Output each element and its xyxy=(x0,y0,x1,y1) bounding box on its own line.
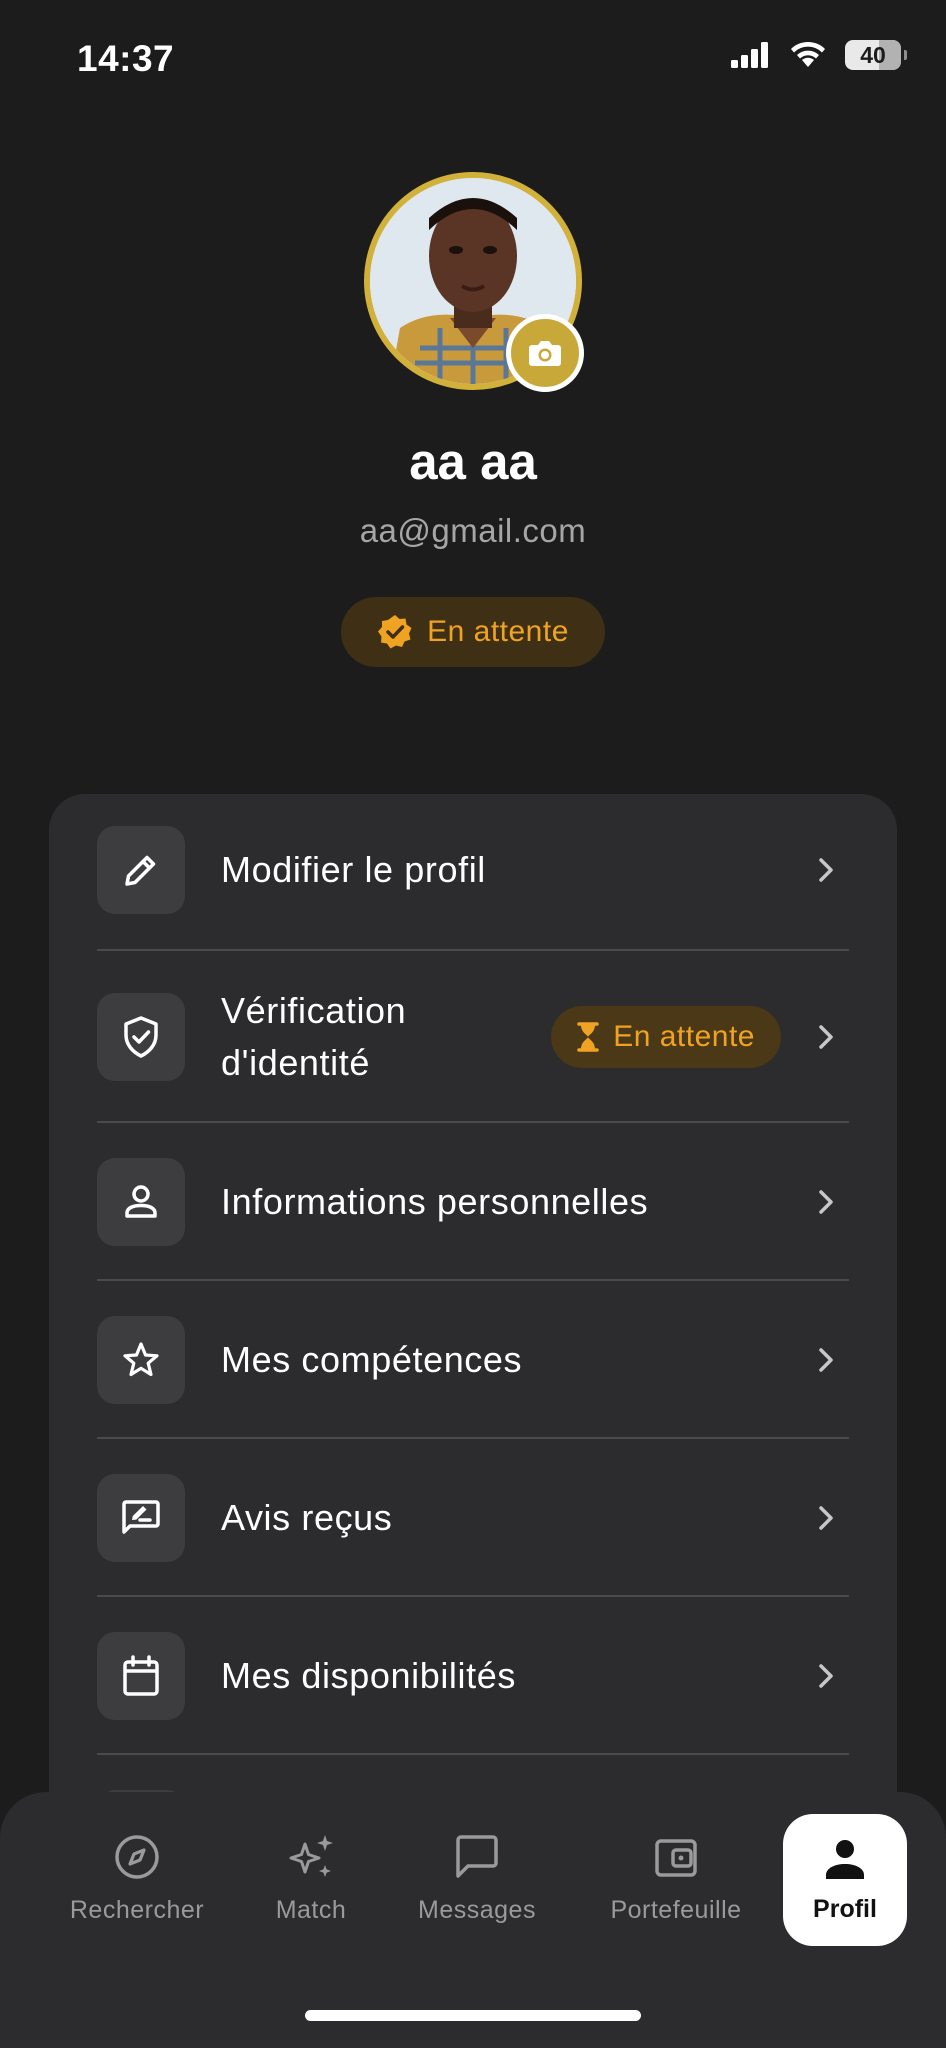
menu-item-skills[interactable]: Mes compétences xyxy=(97,1316,849,1404)
menu-icon-box xyxy=(97,993,185,1081)
chat-icon xyxy=(456,1835,498,1878)
nav-item-profil[interactable]: Profil xyxy=(783,1814,907,1946)
menu-item-label: Informations personnelles xyxy=(221,1180,649,1222)
nav-item-portefeuille[interactable]: Portefeuille xyxy=(596,1832,756,1925)
menu-divider xyxy=(97,1279,849,1281)
menu-item-label: Avis reçus xyxy=(221,1496,393,1538)
hourglass-icon xyxy=(577,1022,599,1052)
menu-icon-box xyxy=(97,1474,185,1562)
account-status-label: En attente xyxy=(427,615,569,648)
user-name: aa aa xyxy=(409,433,537,490)
menu-divider xyxy=(97,1753,849,1755)
camera-icon xyxy=(529,341,561,366)
menu-item-label: Mes disponibilités xyxy=(221,1654,516,1696)
menu-icon-box xyxy=(97,1316,185,1404)
sparkles-icon xyxy=(289,1835,333,1877)
menu-divider xyxy=(97,949,849,951)
shield-check-icon xyxy=(124,1016,158,1058)
menu-item-label: Modifier le profil xyxy=(221,848,486,890)
wifi-icon xyxy=(791,41,825,67)
compass-icon xyxy=(115,1835,159,1879)
review-icon xyxy=(122,1500,160,1534)
nav-item-rechercher[interactable]: Rechercher xyxy=(62,1832,212,1925)
battery-level: 40 xyxy=(860,41,886,68)
status-time: 14:37 xyxy=(77,38,175,79)
menu-divider xyxy=(97,1595,849,1597)
nav-item-label: Messages xyxy=(418,1896,536,1924)
menu-item-identity-verification[interactable]: Vérification d'identité En attente xyxy=(97,952,849,1122)
person-icon xyxy=(125,1185,157,1218)
home-indicator xyxy=(305,2010,641,2021)
verification-status-label: En attente xyxy=(613,1020,755,1053)
status-icons: 40 xyxy=(731,40,907,70)
profile-screen: 14:37 40 aa aa aa@gmail.com En attente M… xyxy=(0,0,946,2048)
chevron-right-icon xyxy=(819,1506,833,1530)
menu-divider xyxy=(97,1121,849,1123)
chevron-right-icon xyxy=(819,1348,833,1372)
verification-status-badge: En attente xyxy=(551,1006,781,1068)
user-email: aa@gmail.com xyxy=(359,512,587,549)
chevron-right-icon xyxy=(819,1025,833,1049)
chevron-right-icon xyxy=(819,1664,833,1688)
avatar-container[interactable] xyxy=(364,172,584,392)
signal-icon xyxy=(731,42,768,68)
nav-item-messages[interactable]: Messages xyxy=(407,1832,547,1925)
menu-icon-box xyxy=(97,826,185,914)
menu-icon-box xyxy=(97,1632,185,1720)
nav-item-label: Rechercher xyxy=(69,1896,205,1924)
menu-item-reviews[interactable]: Avis reçus xyxy=(97,1474,849,1562)
nav-item-label: Profil xyxy=(813,1894,877,1923)
nav-item-match[interactable]: Match xyxy=(251,1832,371,1925)
pencil-icon xyxy=(125,855,156,886)
star-icon xyxy=(123,1342,159,1377)
account-status-badge: En attente xyxy=(341,597,605,667)
menu-item-availability[interactable]: Mes disponibilités xyxy=(97,1632,849,1720)
calendar-icon xyxy=(123,1655,159,1696)
menu-icon-box xyxy=(97,1158,185,1246)
chevron-right-icon xyxy=(819,858,833,882)
chevron-right-icon xyxy=(819,1190,833,1214)
menu-item-edit-profile[interactable]: Modifier le profil xyxy=(97,826,849,914)
wallet-icon xyxy=(655,1839,697,1877)
person-filled-icon xyxy=(826,1839,864,1879)
menu-item-label: Mes compétences xyxy=(221,1338,523,1380)
battery-icon: 40 xyxy=(845,40,907,70)
nav-item-label: Match xyxy=(275,1896,347,1924)
nav-item-label: Portefeuille xyxy=(610,1896,742,1924)
change-photo-button[interactable] xyxy=(506,314,584,392)
verified-badge-icon xyxy=(378,615,412,649)
menu-item-personal-info[interactable]: Informations personnelles xyxy=(97,1158,849,1246)
status-bar: 14:37 40 xyxy=(0,0,946,120)
menu-divider xyxy=(97,1437,849,1439)
